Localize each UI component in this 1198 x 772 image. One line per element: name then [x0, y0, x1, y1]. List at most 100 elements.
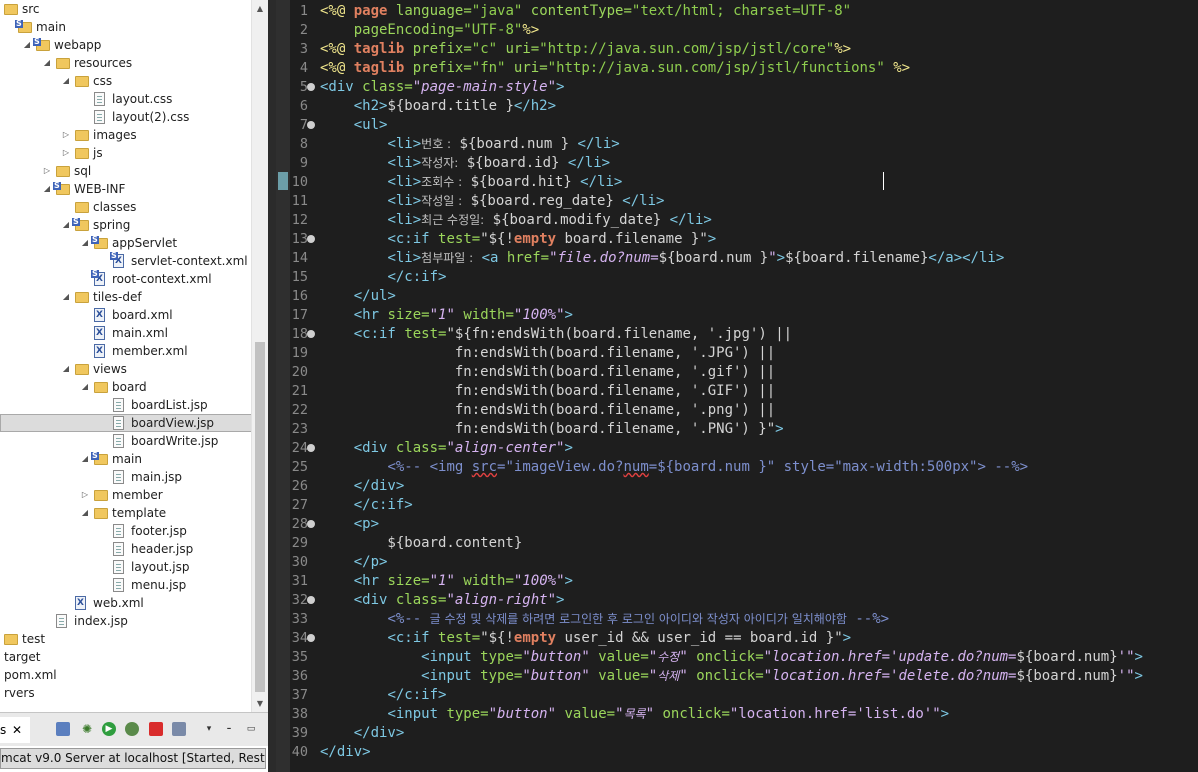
code-line[interactable]: <input type="button" value="목록" onclick=… — [320, 705, 949, 724]
code-line[interactable]: fn:endsWith(board.filename, '.png') || — [320, 401, 775, 420]
collapsed-arrow-icon[interactable]: ▷ — [80, 486, 90, 504]
code-line[interactable]: <c:if test="${!empty board.filename }"> — [320, 230, 716, 249]
code-line[interactable]: <li>최근 수정일: ${board.modify_date} </li> — [320, 211, 711, 230]
tree-item[interactable]: ◢ tiles-def — [0, 288, 252, 306]
tree-item[interactable]: main.jsp — [0, 468, 252, 486]
code-editor[interactable]: 1 <%@ page language="java" contentType="t… — [290, 0, 1198, 772]
tree-item[interactable]: ▷ js — [0, 144, 252, 162]
explorer-scrollbar[interactable]: ▲ ▼ — [251, 0, 268, 712]
tree-item[interactable]: rvers — [0, 684, 252, 702]
fold-toggle-icon[interactable] — [307, 121, 315, 129]
code-line[interactable]: <li>번호 : ${board.num } </li> — [320, 135, 619, 154]
expanded-arrow-icon[interactable]: ◢ — [80, 450, 90, 468]
code-line[interactable]: </c:if> — [320, 686, 446, 705]
tree-item[interactable]: Xservlet-context.xml — [0, 252, 252, 270]
code-line[interactable]: fn:endsWith(board.filename, '.PNG') }"> — [320, 420, 784, 439]
code-line[interactable]: <li>작성일 : ${board.reg_date} </li> — [320, 192, 664, 211]
view-menu-icon[interactable]: ▾ — [202, 722, 216, 736]
expanded-arrow-icon[interactable]: ◢ — [61, 360, 71, 378]
minimize-icon[interactable]: – — [222, 722, 236, 736]
tree-item[interactable]: ◢ template — [0, 504, 252, 522]
expanded-arrow-icon[interactable]: ◢ — [42, 54, 52, 72]
maximize-icon[interactable]: ▭ — [244, 722, 258, 736]
tree-item[interactable]: ◢ appServlet — [0, 234, 252, 252]
profile-icon[interactable] — [125, 722, 139, 736]
expanded-arrow-icon[interactable]: ◢ — [80, 234, 90, 252]
tree-item[interactable]: index.jsp — [0, 612, 252, 630]
code-line[interactable]: pageEncoding="UTF-8"%> — [320, 21, 539, 40]
expanded-arrow-icon[interactable]: ◢ — [42, 180, 52, 198]
expanded-arrow-icon[interactable]: ◢ — [61, 288, 71, 306]
debug-icon[interactable]: ✺ — [80, 722, 94, 736]
server-entry[interactable]: mcat v9.0 Server at localhost [Started, … — [0, 748, 266, 769]
tree-item[interactable]: Xmain.xml — [0, 324, 252, 342]
publish-icon[interactable] — [172, 722, 186, 736]
code-line[interactable]: <c:if test="${fn:endsWith(board.filename… — [320, 325, 792, 344]
scroll-down-arrow-icon[interactable]: ▼ — [252, 695, 268, 712]
tree-item[interactable]: footer.jsp — [0, 522, 252, 540]
stop-icon[interactable] — [149, 722, 163, 736]
code-line[interactable]: <li>조회수 : ${board.hit} </li> — [320, 173, 623, 192]
tree-item[interactable]: target — [0, 648, 252, 666]
tree-item[interactable]: ◢ board — [0, 378, 252, 396]
new-server-icon[interactable] — [56, 722, 70, 736]
tree-item[interactable]: ◢ WEB-INF — [0, 180, 252, 198]
fold-toggle-icon[interactable] — [307, 235, 315, 243]
code-line[interactable]: fn:endsWith(board.filename, '.gif') || — [320, 363, 775, 382]
tree-item[interactable]: ◢ webapp — [0, 36, 252, 54]
code-line[interactable]: </p> — [320, 553, 388, 572]
code-line[interactable]: ${board.content} — [320, 534, 522, 553]
tree-item[interactable]: ◢ main — [0, 450, 252, 468]
code-line[interactable]: <%@ taglib prefix="c" uri="http://java.s… — [320, 40, 851, 59]
code-line[interactable]: <div class="page-main-style"> — [320, 78, 564, 97]
code-line[interactable]: <input type="button" value="수정" onclick=… — [320, 648, 1143, 667]
tree-item[interactable]: src — [0, 0, 252, 18]
scroll-up-arrow-icon[interactable]: ▲ — [252, 0, 268, 17]
collapsed-arrow-icon[interactable]: ▷ — [61, 144, 71, 162]
expanded-arrow-icon[interactable]: ◢ — [22, 36, 32, 54]
fold-toggle-icon[interactable] — [307, 520, 315, 528]
code-line[interactable]: </div> — [320, 724, 405, 743]
tree-item[interactable]: Xweb.xml — [0, 594, 252, 612]
close-icon[interactable]: ✕ — [12, 717, 22, 743]
code-line[interactable]: <%-- 글 수정 및 삭제를 하려면 로그인한 후 로그인 아이디와 작성자 … — [320, 610, 889, 629]
tree-item[interactable]: boardWrite.jsp — [0, 432, 252, 450]
code-line[interactable]: </c:if> — [320, 496, 413, 515]
tab-servers[interactable]: s ✕ — [0, 717, 30, 743]
tree-item[interactable]: pom.xml — [0, 666, 252, 684]
code-line[interactable]: <hr size="1" width="100%"> — [320, 306, 573, 325]
code-line[interactable]: <%@ taglib prefix="fn" uri="http://java.… — [320, 59, 910, 78]
tree-item[interactable]: Xroot-context.xml — [0, 270, 252, 288]
collapsed-arrow-icon[interactable]: ▷ — [42, 162, 52, 180]
tree-item[interactable]: header.jsp — [0, 540, 252, 558]
tree-item[interactable]: ◢ resources — [0, 54, 252, 72]
code-line[interactable]: fn:endsWith(board.filename, '.GIF') || — [320, 382, 775, 401]
tree-item[interactable]: boardView.jsp — [0, 414, 252, 432]
expanded-arrow-icon[interactable]: ◢ — [61, 216, 71, 234]
collapsed-arrow-icon[interactable]: ▷ — [61, 126, 71, 144]
tree-item[interactable]: ◢ css — [0, 72, 252, 90]
code-line[interactable]: <%-- <img src="imageView.do?num=${board.… — [320, 458, 1028, 477]
tree-item[interactable]: layout.css — [0, 90, 252, 108]
tree-item[interactable]: layout.jsp — [0, 558, 252, 576]
code-line[interactable]: <ul> — [320, 116, 388, 135]
code-line[interactable]: <li>첨부파일 : <a href="file.do?num=${board.… — [320, 249, 1004, 268]
tree-item[interactable]: menu.jsp — [0, 576, 252, 594]
code-line[interactable]: <c:if test="${!empty user_id && user_id … — [320, 629, 851, 648]
tree-item[interactable]: Xboard.xml — [0, 306, 252, 324]
code-line[interactable]: </c:if> — [320, 268, 446, 287]
code-line[interactable]: <div class="align-right"> — [320, 591, 565, 610]
fold-toggle-icon[interactable] — [307, 83, 315, 91]
fold-toggle-icon[interactable] — [307, 596, 315, 604]
tree-item[interactable]: ◢ spring — [0, 216, 252, 234]
code-line[interactable]: <h2>${board.title }</h2> — [320, 97, 556, 116]
fold-toggle-icon[interactable] — [307, 634, 315, 642]
tree-item[interactable]: test — [0, 630, 252, 648]
code-line[interactable]: <input type="button" value="삭제" onclick=… — [320, 667, 1143, 686]
scroll-thumb[interactable] — [255, 342, 265, 692]
code-line[interactable]: <div class="align-center"> — [320, 439, 573, 458]
tree-item[interactable]: main — [0, 18, 252, 36]
tree-item[interactable]: ▷ member — [0, 486, 252, 504]
tree-item[interactable]: ◢ views — [0, 360, 252, 378]
tree-item[interactable]: Xmember.xml — [0, 342, 252, 360]
